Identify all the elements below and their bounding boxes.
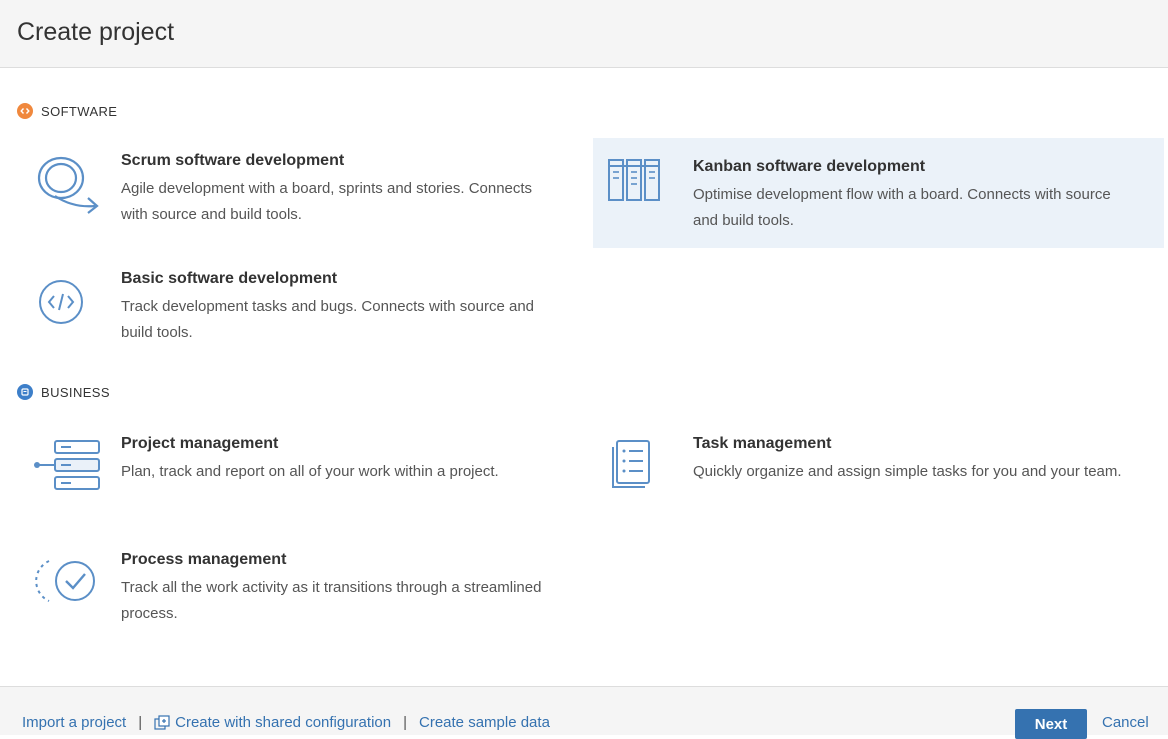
link-separator: | [403, 714, 407, 731]
template-kanban[interactable]: Kanban software development Optimise dev… [593, 138, 1164, 248]
template-title: Scrum software development [121, 152, 345, 169]
section-heading-business: BUSINESS [17, 382, 110, 402]
template-project-management[interactable]: Project management Plan, track and repor… [17, 425, 577, 525]
template-title: Kanban software development [693, 158, 926, 175]
dialog-footer: Import a project | Create with shared co… [0, 686, 1168, 739]
section-label-business: BUSINESS [41, 384, 110, 400]
template-description: Track all the work activity as it transi… [121, 579, 542, 622]
template-process-management[interactable]: Process management Track all the work ac… [17, 541, 577, 641]
template-scrum[interactable]: Scrum software development Agile develop… [17, 142, 577, 248]
shared-configuration-label: Create with shared configuration [175, 714, 392, 731]
template-description: Plan, track and report on all of your wo… [121, 463, 499, 480]
template-description: Quickly organize and assign simple tasks… [693, 463, 1122, 480]
task-list-icon [609, 435, 677, 503]
template-title: Project management [121, 435, 279, 452]
cancel-link[interactable]: Cancel [1102, 714, 1149, 731]
kanban-board-icon [607, 152, 675, 220]
template-description: Agile development with a board, sprints … [121, 180, 533, 223]
dialog-header: Create project [0, 0, 1168, 68]
shared-configuration-link[interactable]: Create with shared configuration [154, 714, 391, 731]
process-check-icon [33, 553, 101, 621]
template-title: Process management [121, 551, 287, 568]
section-label-software: SOFTWARE [41, 103, 118, 119]
template-task-management[interactable]: Task management Quickly organize and ass… [593, 425, 1164, 525]
template-basic[interactable]: Basic software development Track develop… [17, 260, 577, 360]
document-icon [17, 384, 33, 400]
project-stack-icon [31, 435, 100, 503]
code-icon [17, 103, 33, 119]
template-title: Task management [693, 435, 832, 452]
create-sample-data-link[interactable]: Create sample data [419, 714, 550, 731]
template-description: Track development tasks and bugs. Connec… [121, 298, 534, 341]
scrum-cycle-icon [33, 150, 101, 218]
template-description: Optimise development flow with a board. … [693, 186, 1111, 229]
section-heading-software: SOFTWARE [17, 101, 117, 121]
code-brackets-icon [37, 274, 105, 342]
footer-links: Import a project | Create with shared co… [22, 714, 550, 731]
template-title: Basic software development [121, 270, 338, 287]
link-separator: | [138, 714, 143, 731]
dialog-title: Create project [17, 18, 175, 46]
shared-config-icon [154, 714, 170, 730]
import-project-link[interactable]: Import a project [22, 714, 126, 731]
